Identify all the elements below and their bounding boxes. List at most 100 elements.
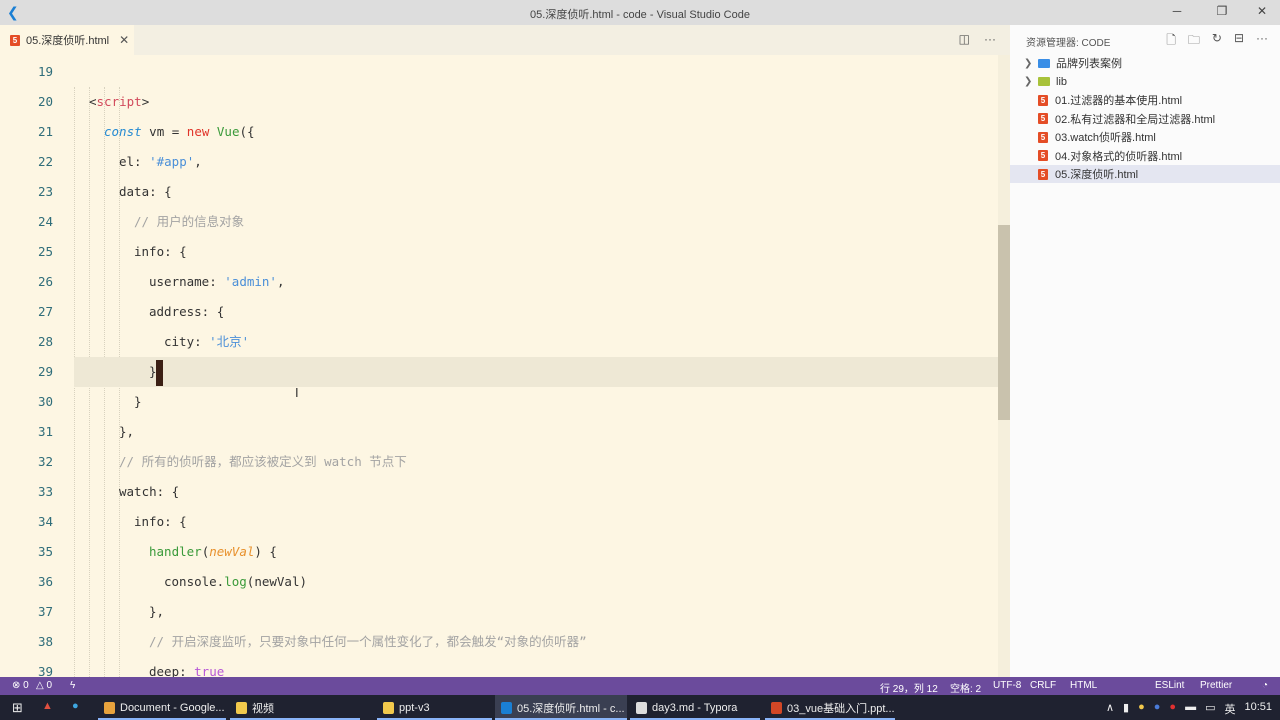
taskbar-item-label: 03_vue基础入门.ppt... [787, 702, 895, 715]
code-token-fn: handler [149, 544, 202, 559]
code-line[interactable]: city: '北京' [164, 327, 249, 357]
html5-icon: 5 [10, 34, 20, 46]
network-icon[interactable]: ▭ [1205, 701, 1215, 717]
code-line[interactable]: el: '#app', [119, 147, 202, 177]
code-line[interactable]: deep: true [149, 657, 224, 677]
taskbar-item[interactable]: 05.深度侦听.html - c... [495, 695, 627, 720]
code-line[interactable]: watch: { [119, 477, 179, 507]
line-number: 34 [37, 514, 53, 529]
ime-indicator[interactable]: 英 [1224, 701, 1235, 717]
tab-05-html[interactable]: 5 05.深度侦听.html ✕ [0, 25, 134, 55]
window-title: 05.深度侦听.html - code - Visual Studio Code [530, 9, 750, 21]
code-line[interactable]: console.log(newVal) [164, 567, 307, 597]
clock[interactable]: 10:51 [1244, 701, 1272, 717]
code-token-cmt: // 所有的侦听器，都应该被定义到 watch 节点下 [119, 454, 407, 469]
prettier-status[interactable]: Prettier [1200, 680, 1232, 691]
code-line[interactable]: data: { [119, 177, 172, 207]
code-token-param: newVal [209, 544, 255, 559]
new-folder-icon[interactable]: 🗀 [1188, 31, 1200, 52]
code-line[interactable]: info: { [134, 237, 187, 267]
cursor-position[interactable]: 行 29，列 12 [880, 680, 938, 695]
folder-item[interactable]: ❯ lib [1010, 73, 1280, 91]
code-token-plain: ({ [239, 124, 255, 139]
code-line[interactable]: // 用户的信息对象 [134, 207, 244, 237]
encoding[interactable]: UTF-8 [993, 680, 1021, 691]
eslint-status[interactable]: ESLint [1155, 680, 1184, 691]
bell-icon[interactable]: ◔ [1262, 680, 1268, 691]
line-number: 22 [37, 154, 53, 169]
tray-app-icon[interactable]: ● [1154, 701, 1161, 717]
edge-icon[interactable]: ● [72, 700, 79, 712]
html5-icon: 5 [1038, 168, 1048, 180]
code-token-str: '#app' [149, 154, 195, 169]
collapse-icon[interactable]: ⊟ [1234, 31, 1244, 52]
split-editor-icon[interactable]: ◫ [959, 32, 970, 46]
tree-item-label: 03.watch侦听器.html [1055, 132, 1156, 144]
sync-icon[interactable]: ϟ [70, 680, 75, 691]
code-line[interactable]: info: { [134, 507, 187, 537]
html5-icon: 5 [1038, 131, 1048, 143]
app-icon [236, 701, 247, 714]
file-item[interactable]: 5 03.watch侦听器.html [1010, 128, 1280, 146]
taskbar-item[interactable]: Document - Google... [98, 695, 226, 720]
code-line[interactable]: // 所有的侦听器，都应该被定义到 watch 节点下 [119, 447, 407, 477]
code-token-plain: info: { [134, 244, 187, 259]
errors-count[interactable]: ⊗ 0 [12, 680, 29, 691]
new-file-icon[interactable]: 🗋 [1166, 31, 1176, 52]
indentation[interactable]: 空格: 2 [950, 680, 981, 695]
app-icon [104, 701, 115, 714]
code-token-plain: }, [119, 424, 135, 439]
tray-expand-icon[interactable]: ∧ [1106, 701, 1114, 717]
code-token-plain: < [89, 94, 97, 109]
tray-app-icon[interactable]: ● [1138, 701, 1145, 717]
code-line[interactable]: } [134, 387, 142, 417]
file-item[interactable]: 5 02.私有过滤器和全局过滤器.html [1010, 110, 1280, 128]
code-token-plain: el: [119, 154, 150, 169]
editor-scrollbar[interactable] [998, 55, 1010, 677]
maximize-button[interactable]: ❐ [1212, 4, 1232, 18]
record-icon[interactable]: ● [1169, 701, 1176, 717]
close-icon[interactable]: ✕ [119, 33, 129, 47]
file-item[interactable]: 5 05.深度侦听.html [1010, 165, 1280, 183]
battery-icon[interactable]: ▬ [1185, 701, 1196, 717]
minimize-button[interactable]: ─ [1167, 4, 1187, 18]
eol[interactable]: CRLF [1030, 680, 1056, 691]
code-line[interactable]: }, [119, 417, 134, 447]
code-token-plain: deep: [149, 664, 195, 677]
taskbar-item[interactable]: day3.md - Typora [630, 695, 760, 720]
code-token-plain: address: { [149, 304, 225, 319]
code-token-kw: const [104, 124, 142, 139]
app-icon[interactable]: ▲ [42, 700, 53, 712]
taskbar-item[interactable]: 视频 [230, 695, 360, 720]
code-token-plain: console. [164, 574, 225, 589]
file-item[interactable]: 5 04.对象格式的侦听器.html [1010, 147, 1280, 165]
code-line[interactable]: handler(newVal) { [149, 537, 277, 567]
code-line[interactable]: <script> [89, 87, 149, 117]
code-line[interactable]: } [149, 357, 163, 387]
code-line[interactable]: username: 'admin', [149, 267, 284, 297]
code-line[interactable]: }, [149, 597, 164, 627]
folder-item[interactable]: ❯ 品牌列表案例 [1010, 54, 1280, 72]
refresh-icon[interactable]: ↻ [1212, 31, 1222, 52]
scrollbar-thumb[interactable] [998, 225, 1010, 420]
line-number: 25 [37, 244, 53, 259]
more-actions-icon[interactable]: ··· [984, 32, 996, 46]
language-mode[interactable]: HTML [1070, 680, 1097, 691]
warnings-count[interactable]: △ 0 [36, 680, 52, 691]
app-icon [636, 701, 647, 714]
code-token-plain: , [276, 274, 285, 289]
taskbar-item-label: day3.md - Typora [652, 701, 738, 714]
more-icon[interactable]: ··· [1256, 31, 1268, 52]
code-line[interactable]: const vm = new Vue({ [104, 117, 255, 147]
code-line[interactable]: address: { [149, 297, 224, 327]
mic-icon[interactable]: ▮ [1123, 701, 1129, 717]
code-line[interactable]: // 开启深度监听，只要对象中任何一个属性变化了，都会触发“对象的侦听器” [149, 627, 587, 657]
windows-start-icon[interactable]: ⊞ [12, 700, 23, 716]
close-window-button[interactable]: ✕ [1252, 4, 1272, 18]
taskbar-item[interactable]: ppt-v3 [377, 695, 492, 720]
chevron-right-icon: ❯ [1024, 57, 1033, 69]
taskbar-item-label: 05.深度侦听.html - c... [517, 702, 625, 715]
file-item[interactable]: 5 01.过滤器的基本使用.html [1010, 91, 1280, 109]
taskbar-item[interactable]: 03_vue基础入门.ppt... [765, 695, 895, 720]
code-editor[interactable]: 19 20 <script> 21 const vm = new Vue({22 el: … [0, 55, 1010, 677]
